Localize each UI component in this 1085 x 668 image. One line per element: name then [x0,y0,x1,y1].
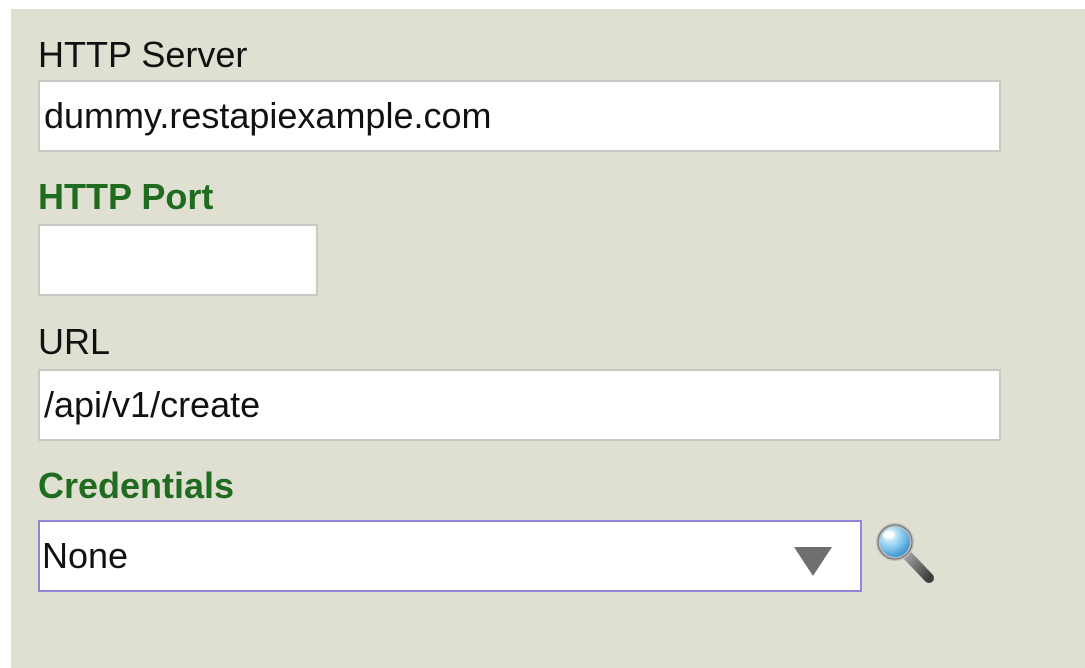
http-port-label: HTTP Port [38,176,214,217]
http-port-input[interactable] [38,224,318,296]
magnifier-icon [876,523,934,583]
triangle-down-icon[interactable] [794,547,832,576]
credentials-selected-value: None [42,535,129,576]
url-input[interactable] [38,369,1001,441]
credentials-label: Credentials [38,465,235,506]
http-server-input[interactable] [38,80,1001,152]
credentials-select[interactable]: None [38,520,862,592]
url-label: URL [38,321,111,362]
credentials-lookup-button[interactable] [871,520,937,586]
http-server-label: HTTP Server [38,34,248,75]
